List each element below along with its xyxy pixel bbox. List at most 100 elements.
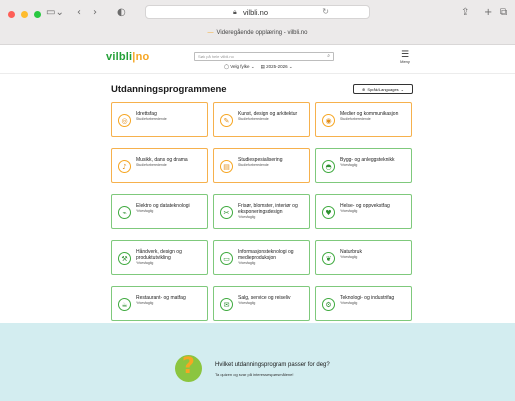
menu-label: Meny [400,59,410,64]
program-type: Studieforberedende [136,163,167,167]
program-text: Studiespesialisering Studieforberedende [238,157,306,168]
sidebar-icon[interactable]: ▭⌄ [46,7,64,19]
program-card[interactable]: ⚒ Håndverk, design og produktutvikling Yrk… [111,240,208,275]
menu-button[interactable]: ☰ Meny [398,50,412,65]
quiz-subtitle: Ta quizen og svar på interessespørsmålen… [215,372,294,377]
helmet-icon: ◓ [322,160,335,173]
program-text: Salg, service og reiseliv Yrkesfaglig [238,295,306,306]
screen-icon: ▭ [220,252,233,265]
program-card[interactable]: ▭ Informasjonsteknologi og medieproduksjo… [213,240,310,275]
program-card[interactable]: ♥ Helse- og oppvekstfag Yrkesfaglig [315,194,412,229]
search-icon[interactable]: ⌕ [327,53,330,59]
year-select[interactable]: ▤ 2025-2026 ⌄ [261,64,293,70]
program-card[interactable]: ⌁ Elektro og datateknologi Yrkesfaglig [111,194,208,229]
program-text: Teknologi- og industrifag Yrkesfaglig [340,295,408,306]
program-text: Restaurant- og matfag Yrkesfaglig [136,295,204,306]
program-card[interactable]: ◉ Medier og kommunikasjon Studieforbereden… [315,102,412,137]
program-text: Håndverk, design og produktutvikling Yrke… [136,249,204,266]
program-card[interactable]: ☕ Restaurant- og matfag Yrkesfaglig [111,286,208,321]
maximize-window-icon[interactable] [34,11,41,18]
reload-icon[interactable]: ↻ [322,7,329,16]
book-icon: ▤ [220,160,233,173]
program-type: Studieforberedende [340,117,371,121]
program-text: Naturbruk Yrkesfaglig [340,249,408,260]
music-icon: ♪ [118,160,131,173]
county-label: Velg fylke [230,64,250,69]
plug-icon: ⌁ [118,206,131,219]
program-card[interactable]: ❦ Naturbruk Yrkesfaglig [315,240,412,275]
program-type: Studieforberedende [136,117,167,121]
tools-icon: ⚒ [118,252,131,265]
privacy-shield-icon[interactable]: ◐ [117,7,126,19]
program-text: Bygg- og anleggsteknikk Yrkesfaglig [340,157,408,168]
program-type: Yrkesfaglig [136,209,154,213]
program-name: Håndverk, design og produktutvikling [136,249,182,261]
program-type: Yrkesfaglig [238,301,256,305]
program-type: Yrkesfaglig [340,209,358,213]
program-text: Informasjonsteknologi og medieproduksjon… [238,249,306,266]
address-bar[interactable]: 🔒︎ vilbli.no ↻ [145,5,370,19]
back-icon[interactable]: ‹ [77,7,81,19]
program-type: Yrkesfaglig [136,301,154,305]
program-name: Frisør, blomster, interiør og eksponerin… [238,203,298,215]
question-mark-icon: ? [182,354,195,379]
chevron-down-icon: ⌄ [400,86,405,92]
tab-title: Videregående opplæring - vilbli.no [216,30,308,36]
health-icon: ♥ [322,206,335,219]
close-window-icon[interactable] [8,11,15,18]
program-text: Medier og kommunikasjon Studieforberedend… [340,111,408,122]
quiz-title[interactable]: Hvilket utdanningsprogram passer for deg… [215,362,330,368]
language-button[interactable]: ⊕ Språk/Languages ⌄ [353,84,413,94]
program-card[interactable]: ⚙ Teknologi- og industrifag Yrkesfaglig [315,286,412,321]
media-icon: ◉ [322,114,335,127]
logo-text-end: no [135,51,150,63]
site-header: vilbli|no Søk på hele vilbli.no ⌕ ◯ Velg… [0,46,515,74]
minimize-window-icon[interactable] [21,11,28,18]
sports-icon: ◎ [118,114,131,127]
program-text: Musikk, dans og drama Studieforberedende [136,157,204,168]
lock-icon: 🔒︎ [233,8,237,16]
program-type: Yrkesfaglig [340,255,358,259]
pencil-icon: ✎ [220,114,233,127]
tab-overview-icon[interactable]: ⧉ [500,7,507,19]
service-icon: ✉ [220,298,233,311]
program-card[interactable]: ✉ Salg, service og reiseliv Yrkesfaglig [213,286,310,321]
globe-icon: ⊕ [361,86,366,92]
program-text: Elektro og datateknologi Yrkesfaglig [136,203,204,214]
gear-icon: ⚙ [322,298,335,311]
favicon-icon: — [207,30,214,36]
logo-text-start: vilbl [106,51,130,63]
language-label: Språk/Languages [367,86,399,92]
address-host: vilbli.no [243,8,269,17]
program-type: Yrkesfaglig [136,261,154,265]
program-card[interactable]: ◎ Idrettsfag Studieforberedende [111,102,208,137]
filter-row: ◯ Velg fylke ⌄ ▤ 2025-2026 ⌄ [224,64,293,70]
page-title: Utdanningsprogrammene [111,84,227,95]
share-icon[interactable]: ⇪ [461,7,469,19]
active-tab[interactable]: — Videregående opplæring - vilbli.no [0,30,515,36]
program-text: Idrettsfag Studieforberedende [136,111,204,122]
window-controls [8,11,41,18]
program-text: Helse- og oppvekstfag Yrkesfaglig [340,203,408,214]
forward-icon[interactable]: › [93,7,97,19]
new-tab-icon[interactable]: + [484,7,492,19]
program-name: Informasjonsteknologi og medieproduksjon [238,249,294,261]
search-input[interactable]: Søk på hele vilbli.no ⌕ [194,52,334,61]
leaf-icon: ❦ [322,252,335,265]
program-type: Yrkesfaglig [340,163,358,167]
program-card[interactable]: ✎ Kunst, design og arkitektur Studieforber… [213,102,310,137]
food-icon: ☕ [118,298,131,311]
program-card[interactable]: ◓ Bygg- og anleggsteknikk Yrkesfaglig [315,148,412,183]
hamburger-icon: ☰ [400,50,410,60]
search-placeholder: Søk på hele vilbli.no [198,54,234,59]
program-type: Studieforberedende [238,117,269,121]
program-card[interactable]: ✂ Frisør, blomster, interiør og eksponeri… [213,194,310,229]
program-card[interactable]: ♪ Musikk, dans og drama Studieforberedende [111,148,208,183]
county-select[interactable]: ◯ Velg fylke ⌄ [224,64,255,70]
program-text: Frisør, blomster, interiør og eksponerin… [238,203,306,220]
program-type: Studieforberedende [238,163,269,167]
program-text: Kunst, design og arkitektur Studieforbere… [238,111,306,122]
program-card[interactable]: ▤ Studiespesialisering Studieforberedende [213,148,310,183]
site-logo[interactable]: vilbli|no [106,51,149,63]
program-type: Yrkesfaglig [238,215,256,219]
